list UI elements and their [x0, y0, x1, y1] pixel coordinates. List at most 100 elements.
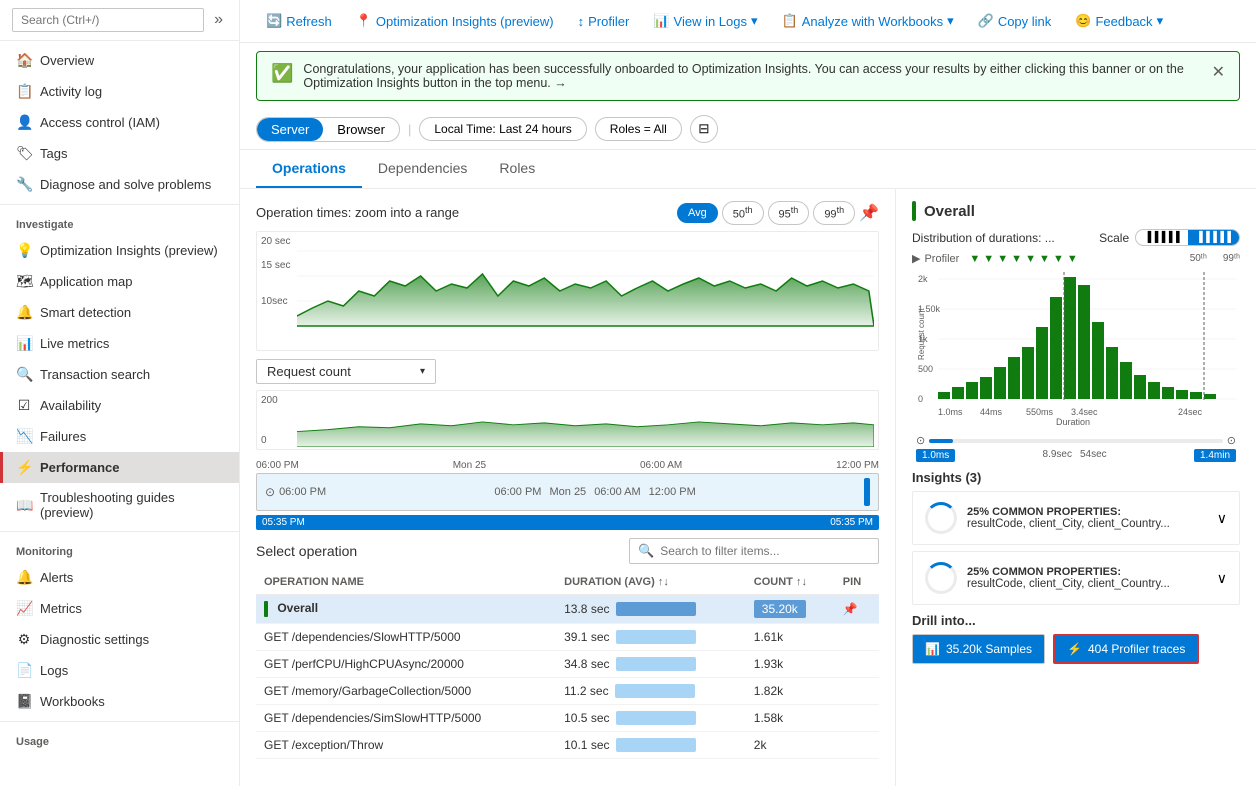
- insight-card-2[interactable]: 25% COMMON PROPERTIES: resultCode, clien…: [912, 551, 1240, 605]
- chart-y-mid: 15 sec: [261, 260, 290, 271]
- sidebar-item-workbooks[interactable]: 📓 Workbooks: [0, 686, 239, 717]
- feedback-button[interactable]: 😊 Feedback ▾: [1065, 8, 1173, 34]
- sidebar-item-failures[interactable]: 📉 Failures: [0, 421, 239, 452]
- sidebar-item-diagnostic-settings[interactable]: ⚙ Diagnostic settings: [0, 624, 239, 655]
- insight-expand-2[interactable]: ∨: [1217, 570, 1227, 587]
- row-4-pin[interactable]: [835, 704, 879, 731]
- filter-options-button[interactable]: ⊟: [690, 115, 718, 143]
- sidebar-item-activity-log[interactable]: 📋 Activity log: [0, 76, 239, 107]
- row-1-pin[interactable]: [835, 623, 879, 650]
- col-duration[interactable]: DURATION (AVG) ↑↓: [556, 570, 746, 595]
- scale-linear-button[interactable]: ▐▐▐▐▐: [1136, 230, 1187, 245]
- workbooks-icon: 📓: [16, 693, 32, 710]
- range-handle-right[interactable]: [864, 478, 870, 506]
- samples-button[interactable]: 📊 35.20k Samples: [912, 634, 1045, 664]
- optimization-insights-icon: 📍: [356, 13, 372, 29]
- table-row[interactable]: GET /memory/GarbageCollection/5000 11.2 …: [256, 677, 879, 704]
- row-3-pin[interactable]: [835, 677, 879, 704]
- sidebar-item-optimization-insights[interactable]: 💡 Optimization Insights (preview): [0, 235, 239, 266]
- timeline-labels: 06:00 PM Mon 25 06:00 AM 12:00 PM: [256, 458, 879, 473]
- table-row[interactable]: GET /perfCPU/HighCPUAsync/20000 34.8 sec…: [256, 650, 879, 677]
- time-range-filter[interactable]: Local Time: Last 24 hours: [419, 117, 586, 141]
- sidebar-item-application-map[interactable]: 🗺 Application map: [0, 266, 239, 297]
- duration-bar-4: [616, 711, 696, 725]
- metric-dropdown[interactable]: Request count ▾: [256, 359, 436, 384]
- sidebar-item-tags[interactable]: 🏷 Tags: [0, 138, 239, 169]
- row-4-count: 1.58k: [746, 704, 835, 731]
- operations-search-input[interactable]: [660, 544, 870, 558]
- table-row[interactable]: Overall 13.8 sec 35.20k 📌: [256, 594, 879, 623]
- sidebar-collapse-button[interactable]: »: [210, 9, 227, 31]
- count-y-max: 200: [261, 395, 278, 406]
- insight-expand-1[interactable]: ∨: [1217, 510, 1227, 527]
- feedback-icon: 😊: [1075, 13, 1091, 29]
- range-label-1: 06:00 PM: [494, 486, 541, 498]
- sidebar-item-diagnose[interactable]: 🔧 Diagnose and solve problems: [0, 169, 239, 200]
- svg-text:24sec: 24sec: [1178, 407, 1203, 417]
- sidebar-item-smart-detection[interactable]: 🔔 Smart detection: [0, 297, 239, 328]
- tab-dependencies[interactable]: Dependencies: [362, 150, 484, 188]
- sidebar-item-overview[interactable]: 🏠 Overview: [0, 45, 239, 76]
- copy-link-button[interactable]: 🔗 Copy link: [968, 8, 1062, 34]
- filter-funnel-icon: ⊟: [698, 121, 709, 137]
- sidebar-item-access-control[interactable]: 👤 Access control (IAM): [0, 107, 239, 138]
- table-row[interactable]: GET /dependencies/SlowHTTP/5000 39.1 sec…: [256, 623, 879, 650]
- tab-roles[interactable]: Roles: [483, 150, 551, 188]
- row-2-pin[interactable]: [835, 650, 879, 677]
- server-toggle-button[interactable]: Server: [257, 118, 323, 141]
- duration-slider-track[interactable]: [929, 439, 1223, 443]
- sidebar-item-troubleshooting[interactable]: 📖 Troubleshooting guides (preview): [0, 483, 239, 527]
- svg-text:500: 500: [918, 364, 933, 374]
- duration-value-labels: 1.0ms 8.9sec 54sec 1.4min: [912, 449, 1240, 462]
- row-5-pin[interactable]: [835, 731, 879, 758]
- svg-text:3.4sec: 3.4sec: [1071, 407, 1098, 417]
- table-row[interactable]: GET /dependencies/SimSlowHTTP/5000 10.5 …: [256, 704, 879, 731]
- p50-metric-button[interactable]: 50th: [722, 201, 764, 225]
- roles-filter[interactable]: Roles = All: [595, 117, 682, 141]
- table-row[interactable]: GET /exception/Throw 10.1 sec 2k: [256, 731, 879, 758]
- row-overall-pin[interactable]: 📌: [835, 594, 879, 623]
- sidebar-item-live-metrics[interactable]: 📊 Live metrics: [0, 328, 239, 359]
- sidebar-item-transaction-search[interactable]: 🔍 Transaction search: [0, 359, 239, 390]
- sidebar-item-metrics[interactable]: 📈 Metrics: [0, 593, 239, 624]
- sidebar-item-alerts[interactable]: 🔔 Alerts: [0, 562, 239, 593]
- diagnose-icon: 🔧: [16, 176, 32, 193]
- optimization-banner[interactable]: ✅ Congratulations, your application has …: [256, 51, 1240, 101]
- search-input[interactable]: [12, 8, 204, 32]
- refresh-button[interactable]: 🔄 Refresh: [256, 8, 342, 34]
- duration-mid-labels: 8.9sec 54sec: [1043, 449, 1107, 462]
- avg-metric-button[interactable]: Avg: [677, 203, 718, 223]
- p99-label-right: 99ᵗʰ: [1223, 253, 1240, 264]
- drill-header: Drill into...: [912, 613, 1240, 628]
- chart-pin-button[interactable]: 📌: [859, 203, 879, 223]
- monitoring-section-header: Monitoring: [0, 536, 239, 562]
- view-in-logs-button[interactable]: 📊 View in Logs ▾: [643, 8, 767, 34]
- profiler-arrow-icon: ▶: [912, 252, 920, 265]
- p95-metric-button[interactable]: 95th: [768, 201, 810, 225]
- chart-header: Operation times: zoom into a range Avg 5…: [256, 201, 879, 225]
- optimization-insights-button[interactable]: 📍 Optimization Insights (preview): [346, 8, 564, 34]
- count-y-min: 0: [261, 435, 267, 446]
- profiler-button[interactable]: ↕ Profiler: [568, 9, 640, 34]
- analyze-workbooks-button[interactable]: 📋 Analyze with Workbooks ▾: [772, 8, 964, 34]
- select-operation-label: Select operation: [256, 543, 357, 559]
- sidebar-item-availability[interactable]: ☑ Availability: [0, 390, 239, 421]
- profiler-traces-button[interactable]: ⚡ 404 Profiler traces: [1053, 634, 1199, 664]
- banner-close-button[interactable]: ✕: [1212, 62, 1225, 82]
- scale-log-button[interactable]: ▐▐▐▐▐: [1188, 230, 1239, 245]
- col-count[interactable]: COUNT ↑↓: [746, 570, 835, 595]
- col-pin: PIN: [835, 570, 879, 595]
- filter-bar: Server Browser | Local Time: Last 24 hou…: [240, 109, 1256, 150]
- range-middle-labels: 06:00 PM Mon 25 06:00 AM 12:00 PM: [494, 486, 695, 498]
- insight-card-1[interactable]: 25% COMMON PROPERTIES: resultCode, clien…: [912, 491, 1240, 545]
- browser-toggle-button[interactable]: Browser: [323, 118, 399, 141]
- col-operation-name[interactable]: OPERATION NAME: [256, 570, 556, 595]
- tab-operations[interactable]: Operations: [256, 150, 362, 188]
- sidebar-item-performance[interactable]: ⚡ Performance: [0, 452, 239, 483]
- sidebar-item-logs[interactable]: 📄 Logs: [0, 655, 239, 686]
- svg-text:Request count: Request count: [917, 308, 926, 360]
- p99-metric-button[interactable]: 99th: [813, 201, 855, 225]
- table-header-row: Select operation 🔍: [256, 538, 879, 564]
- range-selector[interactable]: ⊙ 06:00 PM 06:00 PM Mon 25 06:00 AM 12:0…: [256, 473, 879, 511]
- slider-range-fill: [929, 439, 952, 443]
